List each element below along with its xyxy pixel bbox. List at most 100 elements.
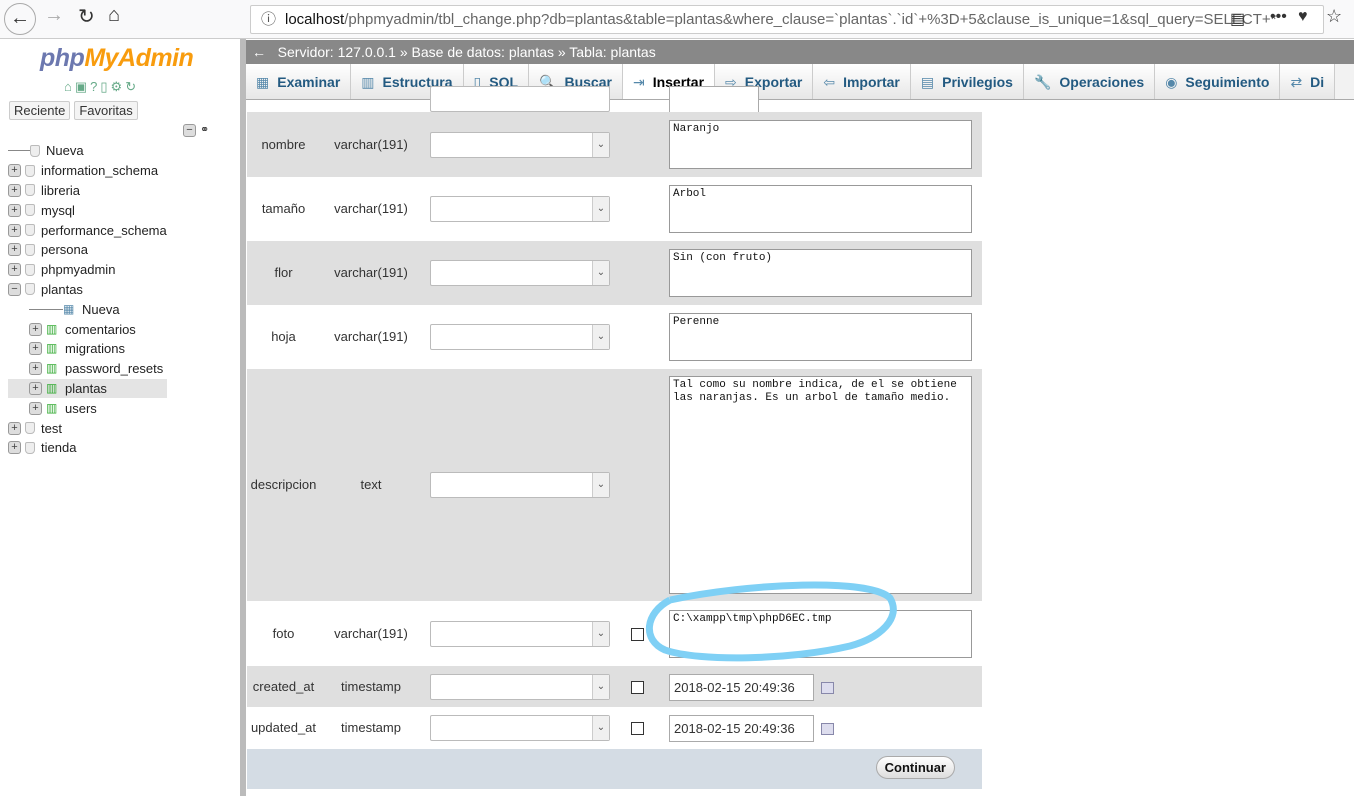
tree-item[interactable]: + mysql: [8, 200, 167, 220]
tree-item[interactable]: + persona: [8, 240, 167, 260]
function-select[interactable]: ⌄: [430, 260, 610, 286]
settings-icon[interactable]: ⚙: [111, 79, 126, 94]
function-select[interactable]: ⌄: [430, 673, 610, 700]
tree-item[interactable]: + ▥ users: [8, 398, 167, 418]
database-icon: [25, 164, 35, 177]
continue-button[interactable]: Continuar: [875, 756, 955, 779]
breadcrumb-database[interactable]: Base de datos: plantas: [412, 44, 554, 60]
value-input[interactable]: 2018-02-15 20:49:36: [669, 715, 814, 742]
tree-item[interactable]: ▦ Nueva: [8, 299, 167, 319]
sidebar-resize-handle[interactable]: [240, 39, 246, 796]
field-name: hoja: [271, 329, 296, 344]
pocket-icon[interactable]: ♥: [1298, 8, 1308, 26]
field-row: flor varchar(191) ⌄ Sin (con fruto): [247, 241, 982, 305]
function-select[interactable]: ⌄: [430, 131, 610, 158]
more-icon[interactable]: •••: [1270, 8, 1287, 26]
expand-icon[interactable]: +: [8, 243, 21, 257]
reload-button[interactable]: ↻: [78, 4, 95, 29]
tree-item[interactable]: + information_schema: [8, 161, 167, 181]
reader-icon[interactable]: ▤: [1230, 9, 1245, 29]
database-icon: [25, 224, 35, 237]
collapse-sidebar-icon[interactable]: ←: [252, 44, 266, 60]
insert-form: nombre varchar(191) ⌄ Naranjo tamaño varchar(…: [247, 86, 982, 789]
calendar-icon[interactable]: [821, 723, 834, 735]
function-select[interactable]: ⌄: [430, 715, 610, 741]
tree-item[interactable]: + libreria: [8, 181, 167, 201]
field-name: nombre: [261, 136, 306, 152]
tab-importar[interactable]: ⇦ Importar: [813, 64, 911, 99]
tree-item-label: information_schema: [41, 163, 159, 179]
breadcrumb-table[interactable]: Tabla: plantas: [569, 44, 655, 60]
collapse-all-icon[interactable]: − ⚭: [183, 123, 209, 137]
value-input[interactable]: 2018-02-15 20:49:36: [669, 673, 814, 701]
expand-icon[interactable]: +: [29, 322, 42, 336]
tab-icon: ▥: [361, 74, 375, 90]
function-select[interactable]: ⌄: [430, 620, 610, 647]
null-checkbox[interactable]: [631, 722, 644, 735]
tab-examinar[interactable]: ▦ Examinar: [246, 64, 352, 99]
function-select[interactable]: ⌄: [430, 324, 610, 350]
bookmark-star-icon[interactable]: ☆: [1326, 6, 1342, 27]
expand-icon[interactable]: +: [8, 441, 21, 455]
value-textarea[interactable]: Perenne: [669, 313, 972, 361]
favorites-button[interactable]: Favoritas: [74, 101, 138, 120]
tree-item[interactable]: + test: [8, 418, 167, 438]
tree-item[interactable]: + ▥ comentarios: [8, 319, 167, 339]
breadcrumb-server[interactable]: Servidor: 127.0.0.1: [278, 44, 396, 60]
home-icon[interactable]: ⌂: [64, 79, 75, 94]
expand-icon[interactable]: +: [8, 183, 21, 197]
tree-item[interactable]: + ▥ migrations: [8, 339, 167, 359]
null-checkbox[interactable]: [631, 680, 644, 694]
field-row: created_at timestamp ⌄ 2018-02-15 20:49:36: [247, 666, 982, 707]
function-select[interactable]: ⌄: [430, 472, 610, 498]
value-textarea[interactable]: Sin (con fruto): [669, 249, 972, 297]
expand-icon[interactable]: +: [8, 421, 21, 435]
tree-item[interactable]: + phpmyadmin: [8, 260, 167, 280]
tab-di[interactable]: ⇄ Di: [1280, 64, 1336, 99]
phpmyadmin-logo[interactable]: phpMyAdmin: [40, 44, 194, 73]
collapse-icon[interactable]: −: [8, 282, 21, 296]
expand-icon[interactable]: +: [29, 342, 42, 356]
value-textarea[interactable]: Naranjo: [669, 120, 972, 169]
tab-operaciones[interactable]: 🔧 Operaciones: [1023, 64, 1156, 99]
tree-item[interactable]: Nueva: [8, 141, 167, 161]
tree-item[interactable]: + tienda: [8, 438, 167, 458]
tab-seguimiento[interactable]: ◉ Seguimiento: [1155, 64, 1281, 99]
expand-icon[interactable]: +: [8, 164, 21, 178]
function-select[interactable]: ⌄: [430, 196, 610, 222]
database-icon: [25, 441, 35, 454]
database-icon: [25, 422, 35, 435]
tree-item[interactable]: + ▥ password_resets: [8, 359, 167, 379]
chevron-down-icon: ⌄: [592, 261, 609, 285]
value-textarea[interactable]: Arbol: [669, 185, 972, 233]
tree-item-label: test: [41, 420, 62, 436]
tab-icon: ⇦: [823, 74, 836, 90]
value-textarea[interactable]: Tal como su nombre indica, de el se obti…: [669, 376, 972, 594]
info-icon: ⓘ: [261, 11, 277, 28]
logout-icon[interactable]: ▣: [75, 79, 90, 94]
tree-item[interactable]: + performance_schema: [8, 220, 167, 240]
home-button[interactable]: ⌂: [108, 4, 120, 27]
database-icon: [25, 184, 35, 197]
expand-icon[interactable]: +: [8, 223, 21, 237]
url-bar[interactable]: ⓘ localhost/phpmyadmin/tbl_change.php?db=…: [250, 5, 1324, 34]
tree-item-label: libreria: [41, 182, 81, 198]
tree-item-label: performance_schema: [41, 222, 167, 238]
recent-button[interactable]: Reciente: [9, 101, 71, 120]
tree-item[interactable]: + ▥ plantas: [8, 378, 167, 399]
expand-icon[interactable]: +: [8, 203, 21, 217]
expand-icon[interactable]: +: [29, 381, 42, 395]
refresh-icon[interactable]: ↻: [125, 79, 139, 94]
expand-icon[interactable]: +: [8, 263, 21, 277]
tree-item[interactable]: − plantas: [8, 280, 167, 300]
field-name: updated_at: [250, 720, 317, 735]
tab-privilegios[interactable]: ▤ Privilegios: [910, 64, 1024, 99]
help-icon[interactable]: ?: [90, 79, 100, 94]
back-button[interactable]: ←: [4, 3, 36, 35]
expand-icon[interactable]: +: [29, 401, 42, 415]
expand-icon[interactable]: +: [29, 362, 42, 376]
calendar-icon[interactable]: [821, 681, 834, 694]
docs-icon[interactable]: ▯: [100, 79, 110, 94]
tree-item-label: Nueva: [46, 143, 84, 159]
forward-button[interactable]: →: [44, 4, 64, 27]
